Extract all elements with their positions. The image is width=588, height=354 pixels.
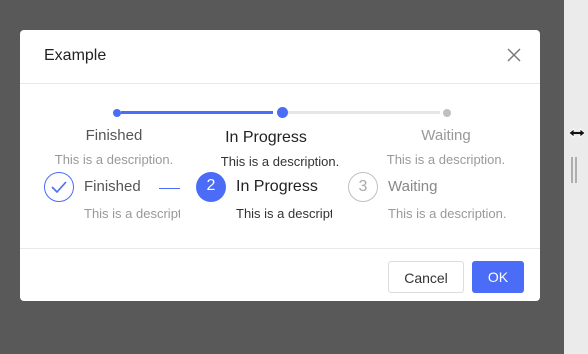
dot-step-description: This is a description. bbox=[54, 152, 174, 167]
dot-step-description: This is a description. bbox=[220, 154, 340, 169]
step-in-progress-circle[interactable]: 2 bbox=[196, 172, 226, 202]
resize-cursor-icon bbox=[568, 128, 586, 138]
dot-step-title: Waiting bbox=[421, 127, 471, 144]
step-number: 3 bbox=[358, 178, 368, 195]
dot-step-line-finished bbox=[121, 111, 273, 114]
dot-step-title: In Progress bbox=[225, 129, 307, 146]
dot-step-finished[interactable] bbox=[113, 109, 121, 117]
step-waiting-circle[interactable]: 3 bbox=[348, 172, 378, 202]
step-finished-circle[interactable] bbox=[44, 172, 74, 202]
step-connector-tail bbox=[159, 188, 180, 189]
dot-step-title: Finished bbox=[85, 127, 143, 144]
close-icon[interactable] bbox=[506, 47, 522, 63]
modal-footer: Cancel OK bbox=[20, 248, 540, 302]
step-number: 2 bbox=[206, 177, 216, 194]
cancel-button[interactable]: Cancel bbox=[388, 261, 464, 293]
check-icon bbox=[51, 181, 67, 194]
ok-button[interactable]: OK bbox=[472, 261, 524, 293]
dot-step-waiting[interactable] bbox=[443, 109, 451, 117]
resize-grip-icon[interactable] bbox=[570, 156, 578, 184]
step-in-progress-description: This is a description. bbox=[236, 206, 332, 221]
modal-header: Example bbox=[20, 30, 540, 84]
step-finished-title: Finished bbox=[84, 178, 141, 195]
dot-step-line-waiting bbox=[288, 111, 440, 114]
step-finished-description: This is a description. bbox=[84, 206, 180, 221]
modal-title: Example bbox=[44, 47, 107, 64]
modal-dialog: Example Finished This is a description. … bbox=[20, 30, 540, 301]
step-in-progress-title: In Progress bbox=[236, 178, 318, 195]
dot-step-description: This is a description. bbox=[386, 152, 506, 167]
dot-step-in-progress[interactable] bbox=[277, 107, 288, 118]
step-waiting-description: This is a description. bbox=[388, 206, 507, 221]
step-waiting-title: Waiting bbox=[388, 178, 438, 195]
